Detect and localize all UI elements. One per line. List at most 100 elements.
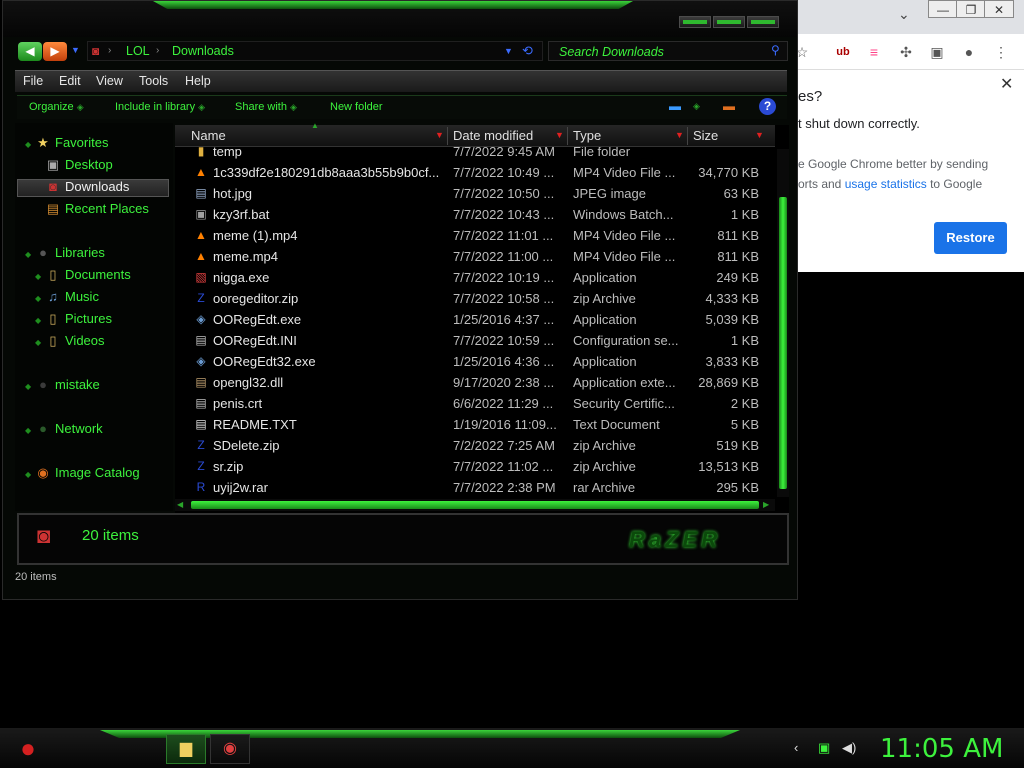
- forward-button[interactable]: ▶: [43, 42, 67, 61]
- nav-libraries[interactable]: ● Libraries: [35, 245, 105, 260]
- file-row[interactable]: Zsr.zip 7/7/2022 11:02 ... zip Archive 13,5…: [175, 456, 775, 477]
- horizontal-scroll-thumb[interactable]: [191, 501, 759, 509]
- expand-icon[interactable]: ◆: [25, 382, 31, 391]
- chrome-task[interactable]: ◉: [210, 734, 250, 764]
- close-window-button[interactable]: ✕: [984, 0, 1014, 18]
- file-row[interactable]: ◈ OORegEdt.exe 1/25/2016 4:37 ... Applicati…: [175, 309, 775, 330]
- file-row[interactable]: ▤ README.TXT 1/19/2016 11:09... Text Docume…: [175, 414, 775, 435]
- file-row[interactable]: ▲ 1c339df2e180291db8aaa3b55b9b0cf... 7/7/2…: [175, 162, 775, 183]
- expand-icon[interactable]: ◆: [25, 426, 31, 435]
- address-dropdown-icon[interactable]: ▼: [504, 46, 513, 56]
- include-in-library-button[interactable]: Include in library ◈: [115, 101, 205, 113]
- nav-pictures[interactable]: ▯ Pictures: [45, 311, 112, 327]
- puzzle-icon[interactable]: ✣: [896, 42, 916, 62]
- search-input[interactable]: [559, 44, 759, 59]
- expand-icon[interactable]: ◆: [35, 338, 41, 347]
- share-with-button[interactable]: Share with ◈: [235, 101, 297, 113]
- expand-icon[interactable]: ◆: [25, 470, 31, 479]
- expand-icon[interactable]: ◆: [35, 294, 41, 303]
- nav-favorites[interactable]: ★ Favorites: [35, 135, 108, 151]
- expand-icon[interactable]: ◆: [35, 272, 41, 281]
- search-icon[interactable]: ⚲: [771, 43, 780, 57]
- file-row[interactable]: Ruyij2w.rar 7/7/2022 2:38 PM rar Archive 29…: [175, 477, 775, 498]
- scroll-left-icon[interactable]: ◀: [177, 500, 183, 509]
- menu-tools[interactable]: Tools: [139, 74, 168, 88]
- search-box[interactable]: ⚲: [548, 41, 788, 61]
- preview-pane-icon[interactable]: ▬: [723, 99, 735, 113]
- file-row[interactable]: ▧ nigga.exe 7/7/2022 10:19 ... Application 2…: [175, 267, 775, 288]
- nav-recent-places[interactable]: ▤ Recent Places: [45, 201, 149, 217]
- nav-network[interactable]: ● Network: [35, 421, 103, 436]
- column-divider[interactable]: [567, 127, 568, 145]
- minimize-button[interactable]: [679, 16, 711, 28]
- menu-edit[interactable]: Edit: [59, 74, 81, 88]
- back-button[interactable]: ◀: [18, 42, 42, 61]
- start-button[interactable]: ●: [8, 730, 48, 766]
- tab-list-chevron-icon[interactable]: ⌄: [898, 6, 910, 23]
- column-dropdown-icon[interactable]: ▼: [435, 130, 444, 140]
- file-row[interactable]: Z SDelete.zip 7/2/2022 7:25 AM zip Archive 5…: [175, 435, 775, 456]
- file-row[interactable]: ▲ meme.mp4 7/7/2022 11:00 ... MP4 Video Fil…: [175, 246, 775, 267]
- usage-statistics-link[interactable]: usage statistics: [845, 177, 927, 191]
- column-divider[interactable]: [687, 127, 688, 145]
- organize-button[interactable]: Organize ◈: [29, 101, 84, 113]
- expand-icon[interactable]: ◆: [25, 250, 31, 259]
- nav-image-catalog[interactable]: ◉ Image Catalog: [35, 465, 139, 481]
- file-row[interactable]: ▣ kzy3rf.bat 7/7/2022 10:43 ... Windows Bat…: [175, 204, 775, 225]
- nav-downloads[interactable]: ◙ Downloads: [45, 179, 129, 194]
- profile-icon[interactable]: ●: [959, 42, 979, 62]
- horizontal-scrollbar[interactable]: ◀ ▶: [175, 499, 775, 511]
- breadcrumb-lol[interactable]: LOL: [126, 44, 150, 58]
- expand-icon[interactable]: ◆: [25, 140, 31, 149]
- maximize-button[interactable]: ❐: [956, 0, 986, 18]
- expand-icon[interactable]: ◆: [35, 316, 41, 325]
- nav-mistake[interactable]: ● mistake: [35, 377, 100, 392]
- column-size[interactable]: Size: [693, 128, 718, 143]
- restore-button[interactable]: Restore: [934, 222, 1007, 254]
- nav-documents[interactable]: ▯ Documents: [45, 267, 130, 283]
- nav-music[interactable]: ♫ Music: [45, 289, 99, 304]
- close-button[interactable]: [747, 16, 779, 28]
- column-dropdown-icon[interactable]: ▼: [555, 130, 564, 140]
- menu-help[interactable]: Help: [185, 74, 211, 88]
- file-row[interactable]: ▤ OORegEdt.INI 7/7/2022 10:59 ... Configura…: [175, 330, 775, 351]
- explorer-task[interactable]: ▆: [166, 734, 206, 764]
- view-dropdown-icon[interactable]: ◈: [693, 101, 700, 112]
- refresh-icon[interactable]: ⟲: [522, 43, 533, 59]
- minimize-button[interactable]: —: [928, 0, 958, 18]
- column-dropdown-icon[interactable]: ▼: [675, 130, 684, 140]
- address-bar[interactable]: ◙ › LOL › Downloads ▼ ⟲: [87, 41, 543, 61]
- vertical-scroll-thumb[interactable]: [779, 197, 787, 489]
- menu-dots-icon[interactable]: ⋮: [991, 42, 1011, 62]
- action-center-icon[interactable]: ▣: [818, 740, 830, 756]
- file-row[interactable]: Zooregeditor.zip 7/7/2022 10:58 ... zip Ar…: [175, 288, 775, 309]
- nav-videos[interactable]: ▯ Videos: [45, 333, 104, 349]
- sidepanel-icon[interactable]: ▣: [927, 42, 947, 62]
- volume-icon[interactable]: ◀): [842, 740, 856, 756]
- file-row[interactable]: ▤ penis.crt 6/6/2022 11:29 ... Security Cer…: [175, 393, 775, 414]
- menu-view[interactable]: View: [96, 74, 123, 88]
- file-row[interactable]: ▲ meme (1).mp4 7/7/2022 11:01 ... MP4 Video…: [175, 225, 775, 246]
- column-date-modified[interactable]: Date modified: [453, 128, 533, 143]
- new-folder-button[interactable]: New folder: [330, 101, 383, 113]
- file-row[interactable]: ▤ hot.jpg 7/7/2022 10:50 ... JPEG image 63 K…: [175, 183, 775, 204]
- menu-file[interactable]: File: [23, 74, 43, 88]
- breadcrumb-downloads[interactable]: Downloads: [172, 44, 234, 58]
- file-row[interactable]: ▤ opengl32.dll 9/17/2020 2:38 ... Applicati…: [175, 372, 775, 393]
- close-bubble-icon[interactable]: ✕: [1000, 74, 1013, 94]
- column-type[interactable]: Type: [573, 128, 601, 143]
- clock[interactable]: 11:05 AM: [880, 734, 1003, 764]
- recent-pages-chevron-icon[interactable]: ▼: [71, 45, 80, 55]
- view-options-icon[interactable]: ▬: [669, 99, 681, 113]
- tray-expand-icon[interactable]: ‹: [794, 740, 798, 755]
- help-icon[interactable]: ?: [759, 98, 776, 115]
- maximize-button[interactable]: [713, 16, 745, 28]
- ublock-icon[interactable]: ub: [833, 42, 853, 62]
- column-divider[interactable]: [447, 127, 448, 145]
- file-row[interactable]: ▮ temp 7/7/2022 9:45 AM File folder: [175, 147, 775, 162]
- column-dropdown-icon[interactable]: ▼: [755, 130, 764, 140]
- nav-desktop[interactable]: ▣ Desktop: [45, 157, 113, 173]
- extension-colored-icon[interactable]: ≡: [864, 42, 884, 62]
- file-row[interactable]: ◈ OORegEdt32.exe 1/25/2016 4:36 ... Applica…: [175, 351, 775, 372]
- vertical-scrollbar[interactable]: [777, 149, 789, 497]
